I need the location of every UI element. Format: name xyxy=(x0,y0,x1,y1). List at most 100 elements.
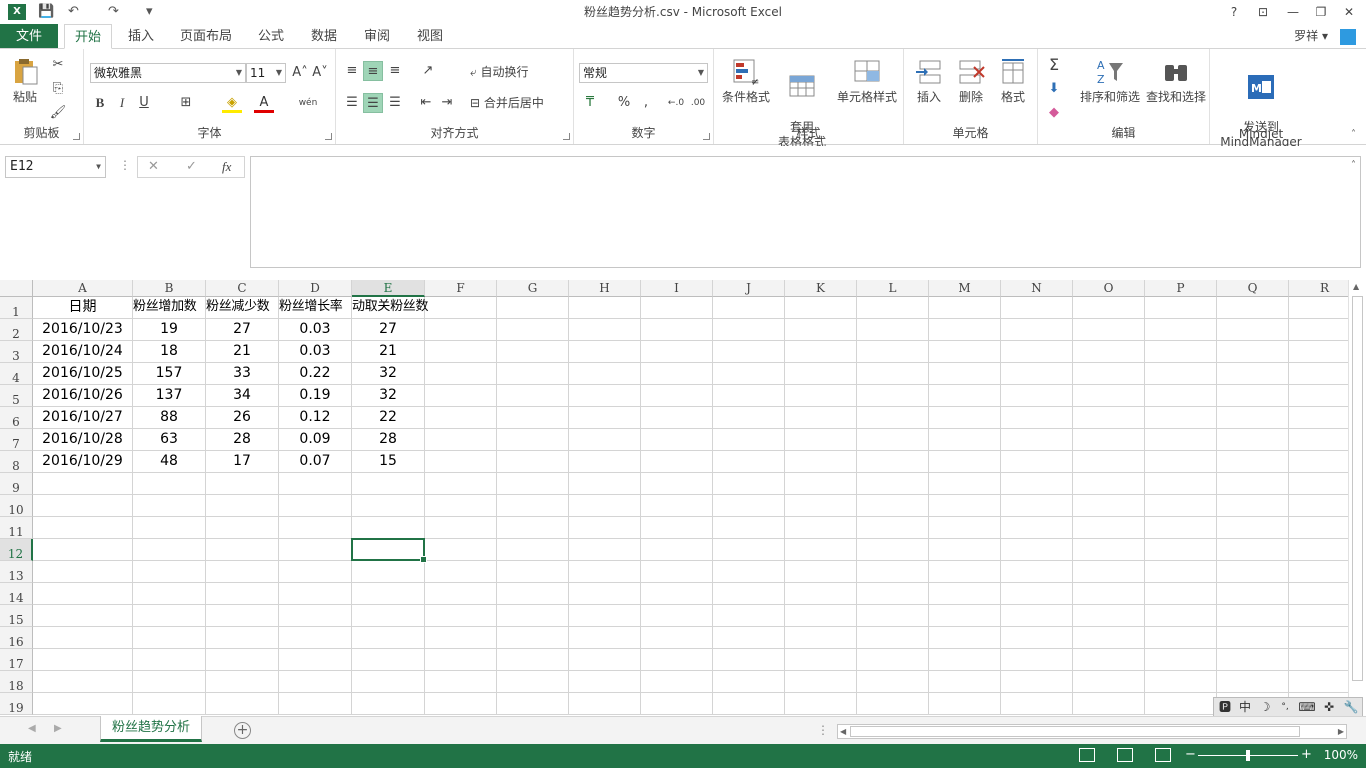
normal-view-icon[interactable] xyxy=(1079,748,1095,762)
cell-h16[interactable] xyxy=(569,627,641,649)
cell-o9[interactable] xyxy=(1073,473,1145,495)
border-icon[interactable]: ⊞ xyxy=(176,93,196,113)
cell-a6[interactable]: 2016/10/27 xyxy=(33,407,133,429)
cell-m11[interactable] xyxy=(929,517,1001,539)
cell-o7[interactable] xyxy=(1073,429,1145,451)
tab-formulas[interactable]: 公式 xyxy=(252,24,290,49)
cell-q3[interactable] xyxy=(1217,341,1289,363)
cell-d17[interactable] xyxy=(279,649,352,671)
tab-home[interactable]: 开始 xyxy=(64,24,112,49)
cell-c16[interactable] xyxy=(206,627,279,649)
cell-r15[interactable] xyxy=(1289,605,1348,627)
cell-g5[interactable] xyxy=(497,385,569,407)
cell-r3[interactable] xyxy=(1289,341,1348,363)
cell-f11[interactable] xyxy=(425,517,497,539)
cell-a4[interactable]: 2016/10/25 xyxy=(33,363,133,385)
ime-keyboard-icon[interactable]: ⌨ xyxy=(1298,698,1316,716)
cell-c6[interactable]: 26 xyxy=(206,407,279,429)
cell-e14[interactable] xyxy=(352,583,425,605)
vertical-scrollbar[interactable]: ▲ xyxy=(1348,280,1366,716)
cell-f10[interactable] xyxy=(425,495,497,517)
copy-icon[interactable]: ⎘ xyxy=(48,79,68,99)
comma-button[interactable]: , xyxy=(636,93,656,113)
cell-k17[interactable] xyxy=(785,649,857,671)
cell-f3[interactable] xyxy=(425,341,497,363)
horizontal-scroll-thumb[interactable] xyxy=(850,726,1300,737)
zoom-level[interactable]: 100% xyxy=(1324,748,1358,762)
next-sheet-icon[interactable]: ▶ xyxy=(54,723,62,734)
cell-k18[interactable] xyxy=(785,671,857,693)
cell-k1[interactable] xyxy=(785,297,857,319)
insert-function-icon[interactable]: fx xyxy=(222,157,231,177)
scroll-left-icon[interactable]: ◀ xyxy=(840,725,846,738)
cell-f14[interactable] xyxy=(425,583,497,605)
tab-splitter[interactable]: ⋮ xyxy=(817,723,829,737)
cell-n16[interactable] xyxy=(1001,627,1073,649)
cell-j15[interactable] xyxy=(713,605,785,627)
cell-k3[interactable] xyxy=(785,341,857,363)
cell-f16[interactable] xyxy=(425,627,497,649)
cell-q1[interactable] xyxy=(1217,297,1289,319)
cell-f18[interactable] xyxy=(425,671,497,693)
cell-b12[interactable] xyxy=(133,539,206,561)
user-account[interactable]: 罗祥 ▾ xyxy=(1294,24,1328,49)
cell-k15[interactable] xyxy=(785,605,857,627)
cell-p18[interactable] xyxy=(1145,671,1217,693)
cell-o5[interactable] xyxy=(1073,385,1145,407)
cell-e13[interactable] xyxy=(352,561,425,583)
cell-p19[interactable] xyxy=(1145,693,1217,715)
cell-n8[interactable] xyxy=(1001,451,1073,473)
cell-l8[interactable] xyxy=(857,451,929,473)
cell-a7[interactable]: 2016/10/28 xyxy=(33,429,133,451)
cell-p1[interactable] xyxy=(1145,297,1217,319)
cell-r9[interactable] xyxy=(1289,473,1348,495)
row-header-18[interactable]: 18 xyxy=(0,671,33,693)
cell-o12[interactable] xyxy=(1073,539,1145,561)
cell-j11[interactable] xyxy=(713,517,785,539)
cell-h11[interactable] xyxy=(569,517,641,539)
cell-a3[interactable]: 2016/10/24 xyxy=(33,341,133,363)
cell-l15[interactable] xyxy=(857,605,929,627)
cell-q7[interactable] xyxy=(1217,429,1289,451)
cancel-formula-icon[interactable]: ✕ xyxy=(148,157,159,177)
conditional-formatting-button[interactable]: ≠ 条件格式 xyxy=(718,57,774,105)
cell-styles-button[interactable]: 单元格样式 xyxy=(834,57,900,105)
cell-j7[interactable] xyxy=(713,429,785,451)
tab-data[interactable]: 数据 xyxy=(304,24,344,49)
cell-f8[interactable] xyxy=(425,451,497,473)
cell-d8[interactable]: 0.07 xyxy=(279,451,352,473)
cell-c8[interactable]: 17 xyxy=(206,451,279,473)
cell-j2[interactable] xyxy=(713,319,785,341)
cell-g15[interactable] xyxy=(497,605,569,627)
cell-e10[interactable] xyxy=(352,495,425,517)
cell-a1[interactable]: 日期 xyxy=(33,297,133,319)
cell-q11[interactable] xyxy=(1217,517,1289,539)
worksheet-grid[interactable]: A B C D E F G H I J K L M N O P Q R 1 日期 粉丝增加数 粉丝减少数 粉丝增长率 动取关粉… xyxy=(0,280,1348,716)
cell-p14[interactable] xyxy=(1145,583,1217,605)
cell-m3[interactable] xyxy=(929,341,1001,363)
merge-center-button[interactable]: ⊟ 合并后居中 xyxy=(470,93,544,113)
bold-button[interactable]: B xyxy=(90,93,110,113)
cell-e17[interactable] xyxy=(352,649,425,671)
zoom-slider-knob[interactable] xyxy=(1246,750,1250,761)
cell-o2[interactable] xyxy=(1073,319,1145,341)
find-select-button[interactable]: 查找和选择 xyxy=(1144,57,1208,105)
scroll-up-icon[interactable]: ▲ xyxy=(1353,282,1359,291)
cell-h15[interactable] xyxy=(569,605,641,627)
cell-d4[interactable]: 0.22 xyxy=(279,363,352,385)
cell-o1[interactable] xyxy=(1073,297,1145,319)
cell-i13[interactable] xyxy=(641,561,713,583)
align-left-icon[interactable]: ☰ xyxy=(342,93,362,113)
cell-i15[interactable] xyxy=(641,605,713,627)
cell-g9[interactable] xyxy=(497,473,569,495)
zoom-out-button[interactable]: − xyxy=(1185,747,1196,762)
cell-b16[interactable] xyxy=(133,627,206,649)
align-center-icon[interactable]: ☰ xyxy=(363,93,383,113)
number-launcher-icon[interactable] xyxy=(703,133,710,140)
number-format-combo[interactable]: 常规 ▼ xyxy=(579,63,708,83)
cell-i11[interactable] xyxy=(641,517,713,539)
cell-d12[interactable] xyxy=(279,539,352,561)
restore-button[interactable]: ❐ xyxy=(1308,2,1334,22)
user-avatar-icon[interactable] xyxy=(1340,29,1356,45)
cell-b7[interactable]: 63 xyxy=(133,429,206,451)
